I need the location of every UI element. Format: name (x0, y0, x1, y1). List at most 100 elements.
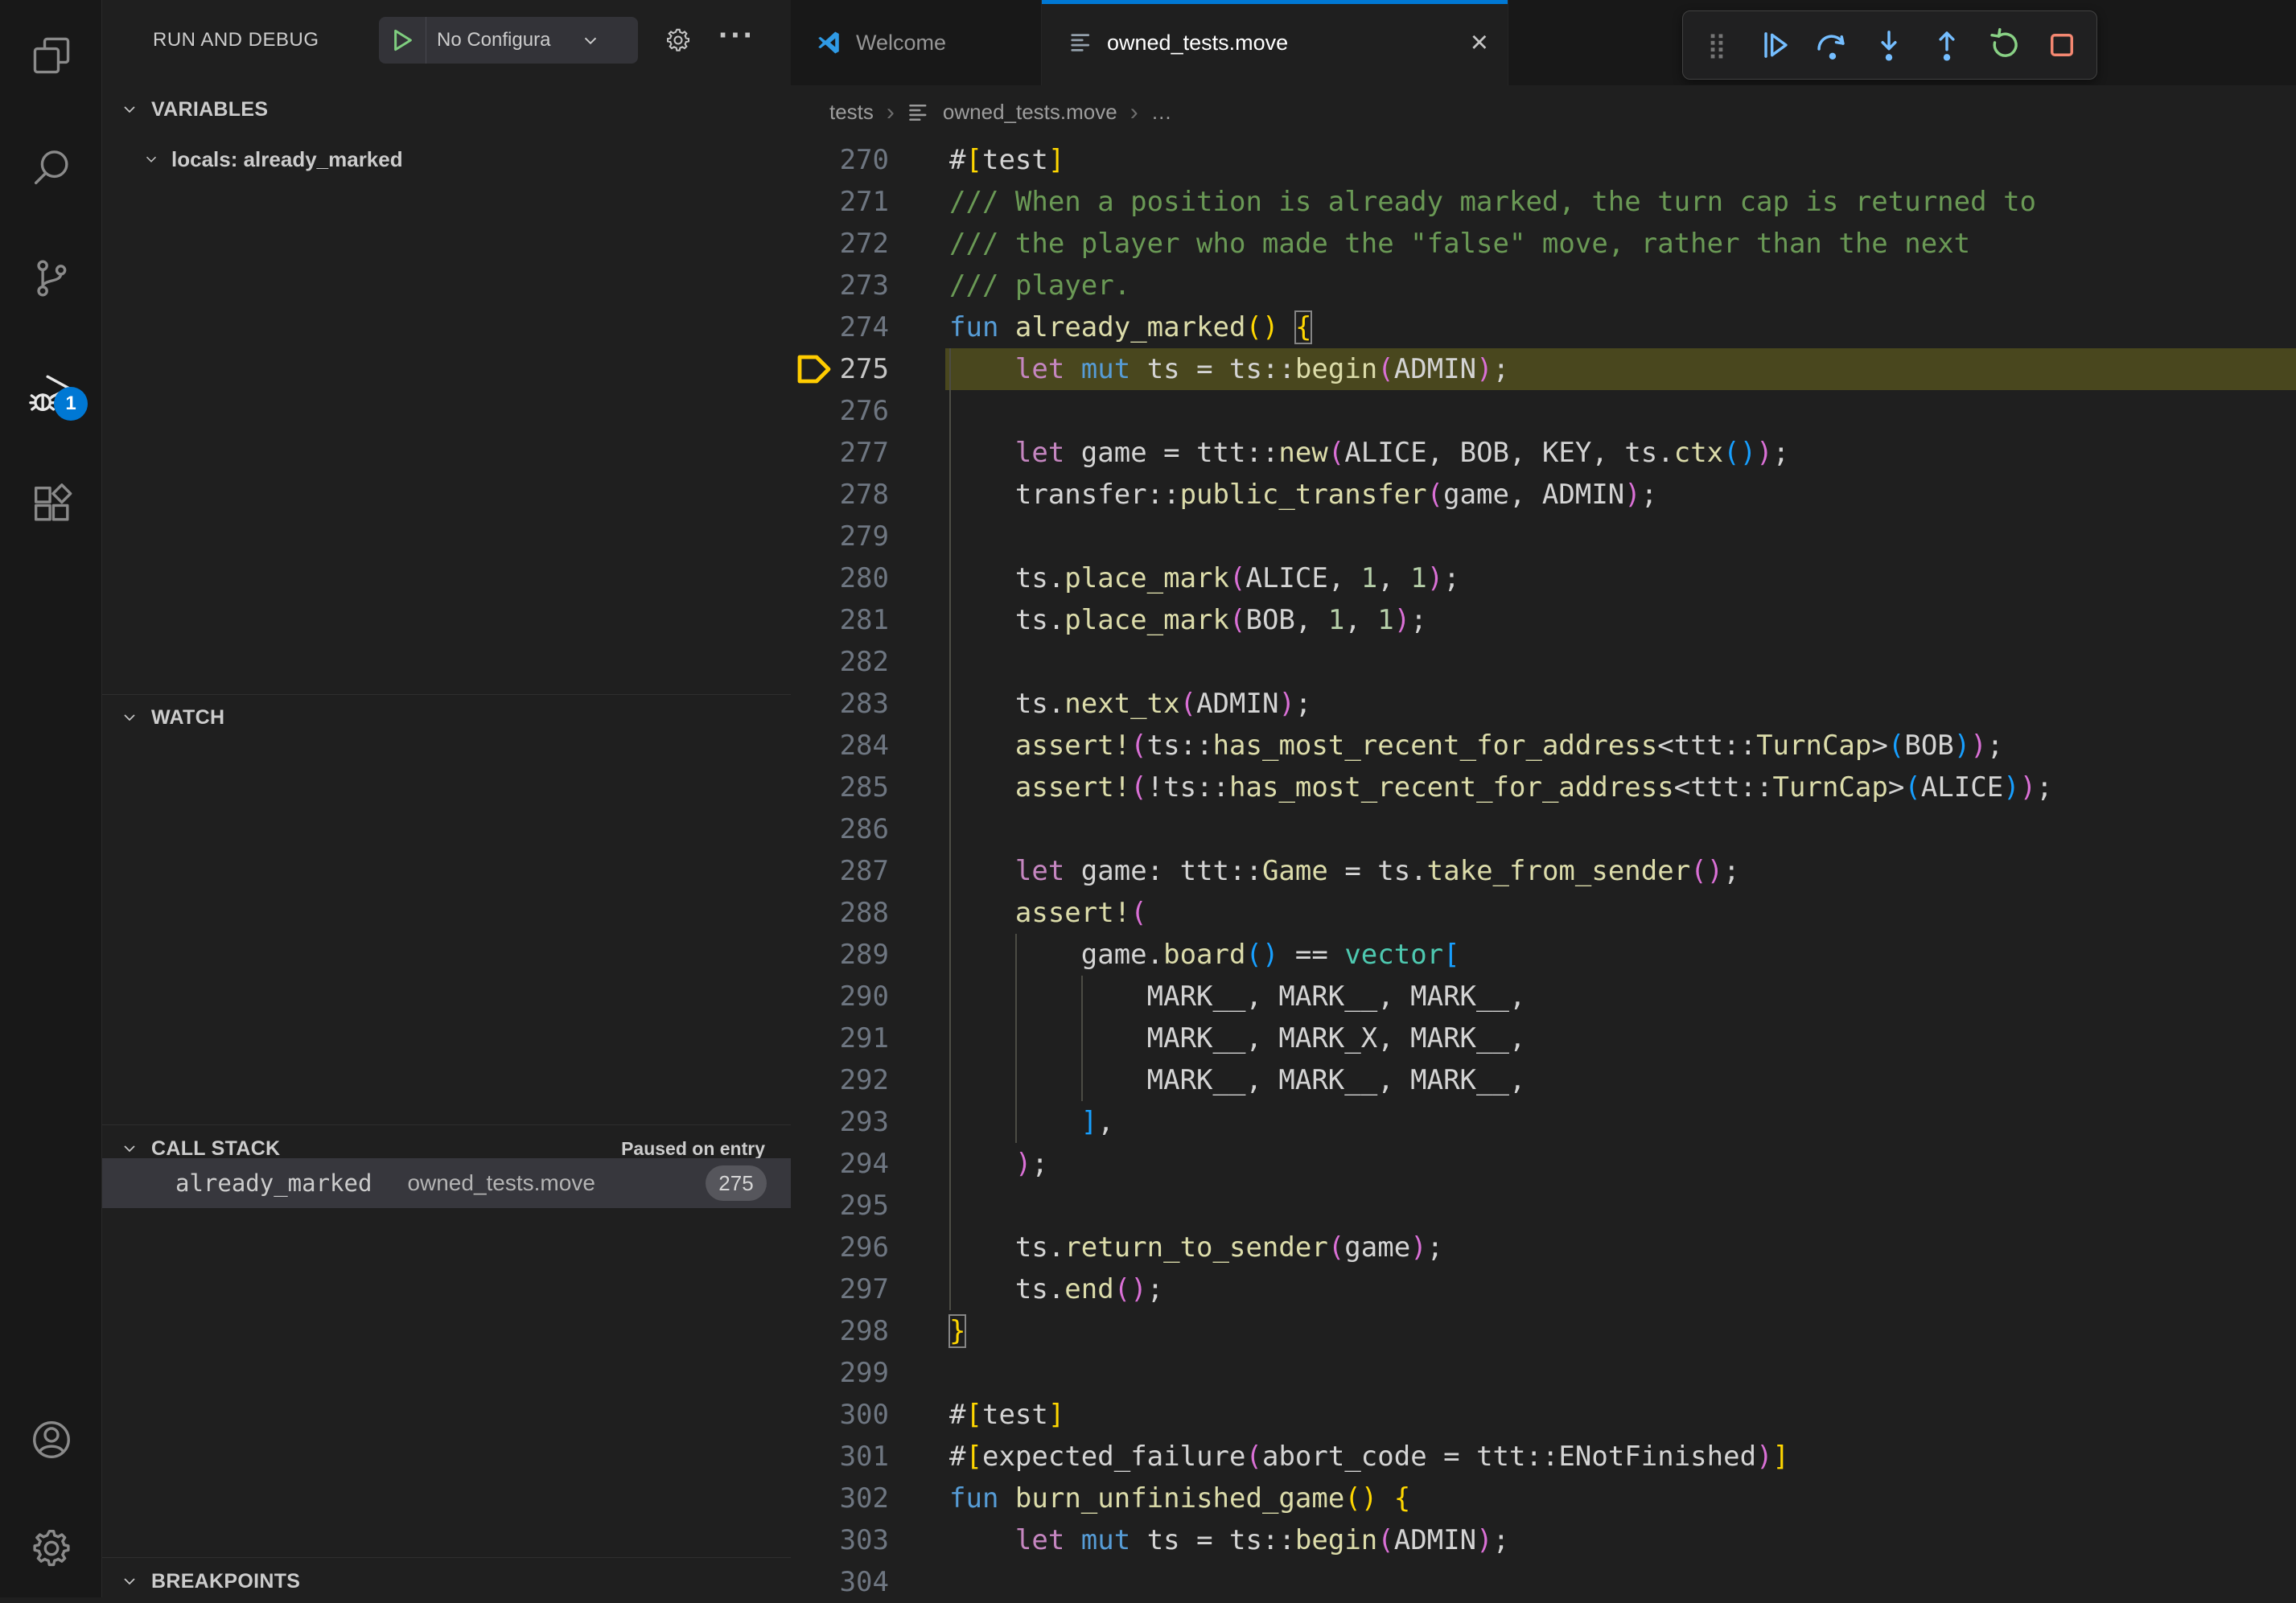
line-number[interactable]: 294 (791, 1143, 889, 1185)
code-line[interactable]: 272/// the player who made the "false" m… (791, 223, 2296, 265)
line-number[interactable]: 275 (791, 348, 889, 390)
launch-configuration-control[interactable]: No Configura (379, 17, 638, 64)
source-control-icon[interactable] (0, 255, 102, 302)
line-number[interactable]: 276 (791, 390, 889, 432)
code-line[interactable]: 275 let mut ts = ts::begin(ADMIN); (791, 348, 2296, 390)
line-number[interactable]: 301 (791, 1436, 889, 1478)
line-number[interactable]: 280 (791, 557, 889, 599)
code-line[interactable]: 301#[expected_failure(abort_code = ttt::… (791, 1436, 2296, 1478)
step-out-icon[interactable] (1928, 27, 1965, 64)
line-number[interactable]: 272 (791, 223, 889, 265)
line-number[interactable]: 297 (791, 1268, 889, 1310)
code-line[interactable]: 278 transfer::public_transfer(game, ADMI… (791, 474, 2296, 516)
code-line[interactable]: 297 ts.end(); (791, 1268, 2296, 1310)
code-line[interactable]: 296 ts.return_to_sender(game); (791, 1227, 2296, 1268)
restart-icon[interactable] (1985, 27, 2022, 64)
tab-owned-tests-move[interactable]: owned_tests.move × (1042, 0, 1508, 85)
line-number[interactable]: 296 (791, 1227, 889, 1268)
line-number[interactable]: 282 (791, 641, 889, 683)
code-line[interactable]: 295 (791, 1185, 2296, 1227)
line-number[interactable]: 285 (791, 767, 889, 808)
line-number[interactable]: 283 (791, 683, 889, 725)
code-line[interactable]: 300#[test] (791, 1394, 2296, 1436)
code-line[interactable]: 276 (791, 390, 2296, 432)
code-line[interactable]: 288 assert!( (791, 892, 2296, 934)
run-and-debug-icon[interactable]: 1 (0, 371, 102, 417)
code-line[interactable]: 302fun burn_unfinished_game() { (791, 1478, 2296, 1519)
line-number[interactable]: 271 (791, 181, 889, 223)
step-over-icon[interactable] (1813, 27, 1850, 64)
line-number[interactable]: 286 (791, 808, 889, 850)
toolbar-drag-handle-icon[interactable] (1699, 27, 1734, 63)
line-number[interactable]: 293 (791, 1101, 889, 1143)
code-line[interactable]: 294 ); (791, 1143, 2296, 1185)
accounts-icon[interactable] (0, 1416, 102, 1463)
step-into-icon[interactable] (1870, 27, 1907, 64)
code-line[interactable]: 279 (791, 516, 2296, 557)
call-stack-frame[interactable]: already_marked owned_tests.move 275 (102, 1158, 791, 1208)
more-actions-icon[interactable]: ··· (718, 18, 755, 54)
code-line[interactable]: 273/// player. (791, 265, 2296, 306)
breadcrumb-item[interactable]: … (1151, 100, 1172, 125)
code-line[interactable]: 274fun already_marked() { (791, 306, 2296, 348)
code-area[interactable]: 270#[test]271/// When a position is alre… (791, 139, 2296, 1597)
debug-settings-gear-icon[interactable] (664, 26, 693, 55)
watch-section-header[interactable]: WATCH (102, 698, 791, 737)
close-tab-icon[interactable]: × (1471, 27, 1488, 58)
line-number[interactable]: 302 (791, 1478, 889, 1519)
search-icon[interactable] (0, 145, 102, 191)
line-number[interactable]: 277 (791, 432, 889, 474)
variables-scope-locals[interactable]: locals: already_marked (102, 138, 791, 180)
code-line[interactable]: 285 assert!(!ts::has_most_recent_for_add… (791, 767, 2296, 808)
continue-icon[interactable] (1755, 27, 1792, 64)
code-line[interactable]: 298} (791, 1310, 2296, 1352)
line-number[interactable]: 278 (791, 474, 889, 516)
line-number[interactable]: 279 (791, 516, 889, 557)
line-number[interactable]: 288 (791, 892, 889, 934)
line-number[interactable]: 298 (791, 1310, 889, 1352)
chevron-down-icon (120, 100, 139, 119)
line-number[interactable]: 284 (791, 725, 889, 767)
code-line[interactable]: 284 assert!(ts::has_most_recent_for_addr… (791, 725, 2296, 767)
code-line[interactable]: 280 ts.place_mark(ALICE, 1, 1); (791, 557, 2296, 599)
code-line[interactable]: 270#[test] (791, 139, 2296, 181)
line-number[interactable]: 295 (791, 1185, 889, 1227)
line-number[interactable]: 281 (791, 599, 889, 641)
line-number[interactable]: 270 (791, 139, 889, 181)
explorer-icon[interactable] (0, 32, 102, 79)
settings-gear-icon[interactable] (0, 1525, 102, 1572)
line-number[interactable]: 300 (791, 1394, 889, 1436)
breakpoints-section-header[interactable]: BREAKPOINTS (102, 1562, 791, 1601)
line-number[interactable]: 304 (791, 1561, 889, 1603)
code-line[interactable]: 286 (791, 808, 2296, 850)
code-line[interactable]: 299 (791, 1352, 2296, 1394)
line-number[interactable]: 290 (791, 976, 889, 1017)
code-line[interactable]: 271/// When a position is already marked… (791, 181, 2296, 223)
extensions-icon[interactable] (0, 480, 102, 527)
line-number[interactable]: 287 (791, 850, 889, 892)
code-line[interactable]: 304 (791, 1561, 2296, 1603)
line-number[interactable]: 299 (791, 1352, 889, 1394)
code-line[interactable]: 283 ts.next_tx(ADMIN); (791, 683, 2296, 725)
code-line[interactable]: 281 ts.place_mark(BOB, 1, 1); (791, 599, 2296, 641)
line-number[interactable]: 274 (791, 306, 889, 348)
line-number[interactable]: 273 (791, 265, 889, 306)
variables-section-header[interactable]: VARIABLES (102, 90, 791, 129)
breadcrumb-item[interactable]: owned_tests.move (943, 100, 1117, 125)
breadcrumb-item[interactable]: tests (829, 100, 874, 125)
start-debugging-icon[interactable] (379, 17, 426, 64)
tab-welcome[interactable]: Welcome (791, 0, 1042, 85)
line-number[interactable]: 292 (791, 1059, 889, 1101)
code-line[interactable]: 303 let mut ts = ts::begin(ADMIN); (791, 1519, 2296, 1561)
line-number[interactable]: 291 (791, 1017, 889, 1059)
line-number[interactable]: 303 (791, 1519, 889, 1561)
breadcrumb: tests › owned_tests.move › … (791, 85, 2296, 139)
chevron-down-icon[interactable] (580, 30, 601, 51)
chevron-down-icon (120, 1572, 139, 1591)
code-line[interactable]: 287 let game: ttt::Game = ts.take_from_s… (791, 850, 2296, 892)
stop-icon[interactable] (2043, 27, 2080, 64)
code-line[interactable]: 277 let game = ttt::new(ALICE, BOB, KEY,… (791, 432, 2296, 474)
configuration-dropdown-label[interactable]: No Configura (437, 29, 580, 51)
code-line[interactable]: 282 (791, 641, 2296, 683)
line-number[interactable]: 289 (791, 934, 889, 976)
